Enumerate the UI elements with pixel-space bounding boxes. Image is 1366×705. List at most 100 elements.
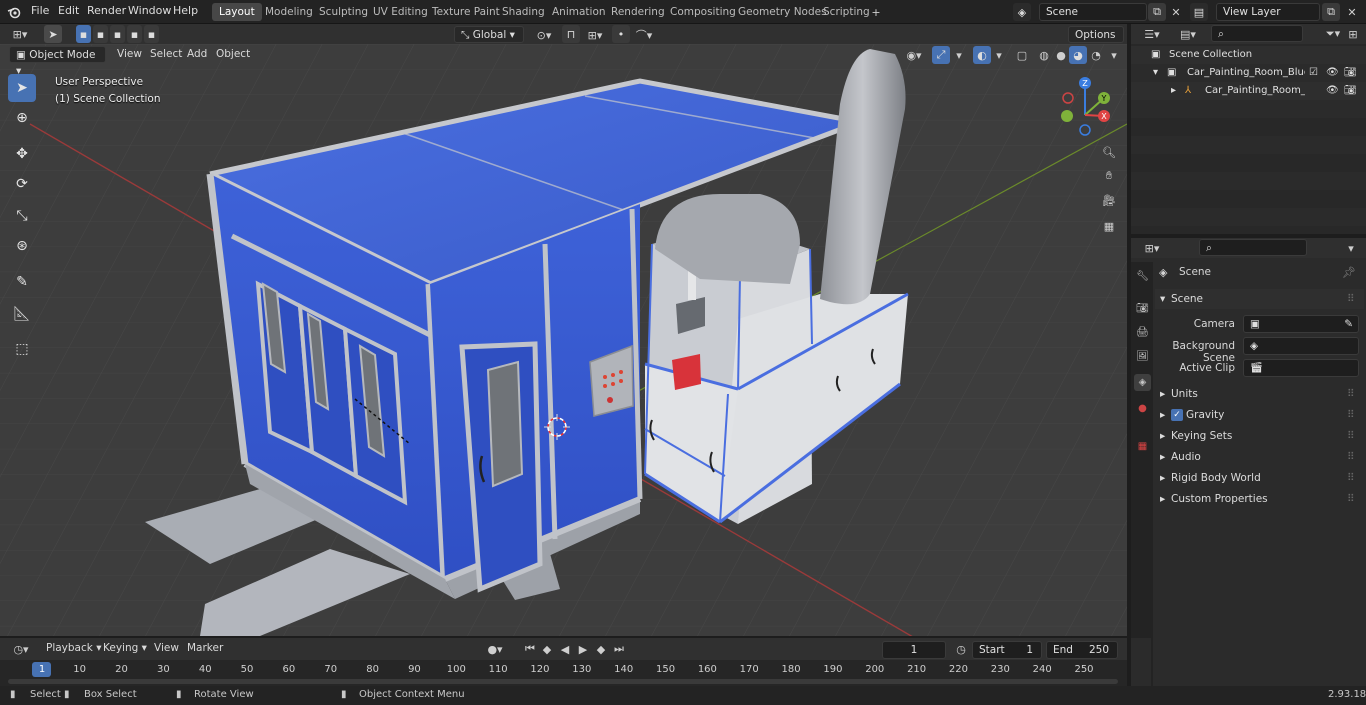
next-keyframe-icon[interactable]: ◆	[593, 641, 609, 657]
panel-units[interactable]: ▸ Units ⠿	[1155, 384, 1364, 404]
drag-handle-icon[interactable]: ⠿	[1347, 384, 1355, 404]
gizmo-toggle-icon[interactable]: ⤢	[932, 46, 950, 64]
outliner-row-collection[interactable]: ▾ ▣ Car_Painting_Room_Blue_Col ☑ 👁︎ 📷︎	[1131, 64, 1366, 82]
3d-viewport[interactable]: Z Y X User Perspective (1) Scene Collect…	[0, 44, 1127, 636]
render-tab-icon[interactable]: 📷︎	[1134, 300, 1151, 317]
timeline-view-menu[interactable]: View	[149, 640, 184, 657]
menu-window[interactable]: Window	[128, 4, 171, 17]
properties-options-icon[interactable]: ▾	[1343, 240, 1359, 256]
scene-copy-icon[interactable]: ⧉	[1148, 3, 1166, 21]
orientation-dropdown[interactable]: ⤡ Global ▾	[454, 26, 524, 43]
scene-tab-icon[interactable]: ◈	[1134, 374, 1151, 391]
falloff-icon[interactable]: ⌒▾	[632, 27, 656, 43]
select-box-tool-icon[interactable]: ➤	[8, 74, 36, 102]
prev-keyframe-icon[interactable]: ◆	[539, 641, 555, 657]
xray-icon[interactable]: ▢	[1014, 47, 1030, 63]
outliner-row-scene-collection[interactable]: ▣ Scene Collection	[1131, 46, 1366, 64]
tab-animation[interactable]: Animation	[545, 3, 613, 21]
pin-icon[interactable]: 📌︎	[1342, 266, 1356, 279]
end-frame-field[interactable]: End 250	[1046, 641, 1118, 659]
panel-audio[interactable]: ▸ Audio ⠿	[1155, 447, 1364, 467]
render-camera-icon[interactable]: 📷︎	[1344, 64, 1357, 82]
display-mode-icon[interactable]: ▤▾	[1177, 26, 1199, 42]
mode-new-icon[interactable]: ▪	[76, 25, 91, 43]
snap-target-icon[interactable]: ⊞▾	[584, 27, 606, 43]
new-collection-icon[interactable]: ⊞	[1345, 26, 1361, 42]
visibility-icon[interactable]: ◉▾	[902, 47, 926, 63]
camera-view-icon[interactable]: 🎥︎	[1101, 192, 1117, 208]
overlay-toggle-icon[interactable]: ◐	[973, 46, 991, 64]
tool-tab-icon[interactable]: 🔧︎	[1134, 268, 1151, 285]
panel-gravity[interactable]: ▸ ✓ Gravity ⠿	[1155, 405, 1364, 425]
panel-rigid-body-world[interactable]: ▸ Rigid Body World ⠿	[1155, 468, 1364, 488]
view-layer-browse-icon[interactable]: ▤	[1190, 3, 1208, 21]
options-dropdown[interactable]: Options ▾	[1068, 26, 1124, 57]
proportional-edit-icon[interactable]: •	[612, 25, 630, 43]
play-icon[interactable]: ▶	[575, 641, 591, 657]
timeline-editor-type-icon[interactable]: ◷▾	[8, 641, 34, 657]
menu-file[interactable]: File	[31, 4, 49, 17]
snap-icon[interactable]: ⊓	[562, 25, 580, 43]
timeline-track[interactable]: 1 10 20 30 40 50 60 70 80 90 100 110 120 130 140 150 160…	[0, 660, 1127, 686]
play-reverse-icon[interactable]: ◀	[557, 641, 573, 657]
menu-help[interactable]: Help	[173, 4, 198, 17]
zoom-icon[interactable]: 🔍︎	[1101, 144, 1117, 160]
jump-end-icon[interactable]: ⏭	[611, 641, 627, 657]
add-menu[interactable]: Add	[182, 46, 212, 63]
add-workspace-icon[interactable]: +	[868, 4, 884, 20]
drag-handle-icon[interactable]: ⠿	[1347, 447, 1355, 467]
scene-name-field[interactable]: Scene	[1039, 3, 1147, 21]
texture-tab-icon[interactable]: ▦	[1134, 438, 1151, 455]
gizmo-dropdown-icon[interactable]: ▾	[951, 47, 967, 63]
material-shading-icon[interactable]: ◕	[1069, 46, 1087, 64]
outliner-search-field[interactable]: ⌕	[1211, 25, 1303, 42]
drag-handle-icon[interactable]: ⠿	[1347, 426, 1355, 446]
view-layer-field[interactable]: View Layer	[1216, 3, 1320, 21]
pivot-icon[interactable]: ⊙▾	[532, 27, 556, 43]
view-layer-close-icon[interactable]: ✕	[1344, 4, 1360, 20]
panel-custom-properties[interactable]: ▸ Custom Properties ⠿	[1155, 489, 1364, 509]
annotate-tool-icon[interactable]: ✎	[8, 268, 36, 296]
playback-menu[interactable]: Playback ▾	[41, 640, 106, 657]
preview-range-icon[interactable]: ◷	[953, 641, 969, 657]
jump-start-icon[interactable]: ⏮	[522, 641, 538, 657]
mode-intersect-icon[interactable]: ▪	[144, 25, 159, 43]
scene-close-icon[interactable]: ✕	[1168, 4, 1184, 20]
active-clip-field[interactable]: 🎬︎	[1243, 359, 1359, 377]
solid-shading-icon[interactable]: ●	[1053, 47, 1069, 63]
tab-layout[interactable]: Layout	[212, 3, 262, 21]
outliner-editor-type-icon[interactable]: ☰▾	[1141, 26, 1163, 42]
tab-rendering[interactable]: Rendering	[604, 3, 672, 21]
current-frame-field[interactable]: 1	[882, 641, 946, 659]
measure-tool-icon[interactable]: 📐︎	[8, 300, 36, 328]
cursor-tool-icon[interactable]: ⊕	[8, 104, 36, 132]
wireframe-shading-icon[interactable]: ◍	[1036, 47, 1052, 63]
grid-view-icon[interactable]: ▦	[1101, 218, 1117, 234]
menu-render[interactable]: Render	[87, 4, 126, 17]
mode-extend-icon[interactable]: ▪	[93, 25, 108, 43]
pan-hand-icon[interactable]: ✋︎	[1101, 168, 1117, 184]
drag-handle-icon[interactable]: ⠿	[1347, 468, 1355, 488]
move-tool-icon[interactable]: ✥	[8, 140, 36, 168]
scene-browse-icon[interactable]: ◈	[1013, 3, 1031, 21]
object-menu[interactable]: Object	[211, 46, 255, 63]
timeline-scrollbar[interactable]	[8, 679, 1118, 684]
editor-type-icon[interactable]: ⊞▾	[8, 26, 32, 42]
output-tab-icon[interactable]: 🖨︎	[1134, 324, 1151, 341]
scale-tool-icon[interactable]: ⤡	[8, 202, 36, 230]
shading-dropdown-icon[interactable]: ▾	[1106, 47, 1122, 63]
properties-search-field[interactable]: ⌕	[1199, 239, 1307, 256]
select-tool-icon[interactable]: ➤	[44, 25, 62, 43]
expand-arrow-icon[interactable]: ▸	[1171, 82, 1176, 100]
view-menu[interactable]: View	[112, 46, 147, 63]
mode-invert-icon[interactable]: ▪	[127, 25, 142, 43]
visibility-eye-icon[interactable]: 👁︎	[1326, 64, 1339, 82]
outliner-row-object[interactable]: ▸ ⅄ Car_Painting_Room_Blue 👁︎ 📷︎	[1131, 82, 1366, 100]
include-checkbox-icon[interactable]: ☑	[1309, 64, 1318, 82]
drag-handle-icon[interactable]: ⠿	[1347, 405, 1355, 425]
auto-keying-icon[interactable]: ●▾	[482, 641, 508, 657]
start-frame-field[interactable]: Start 1	[972, 641, 1042, 659]
rendered-shading-icon[interactable]: ◔	[1088, 47, 1104, 63]
rotate-tool-icon[interactable]: ⟳	[8, 170, 36, 198]
blender-logo-icon[interactable]	[6, 4, 22, 20]
